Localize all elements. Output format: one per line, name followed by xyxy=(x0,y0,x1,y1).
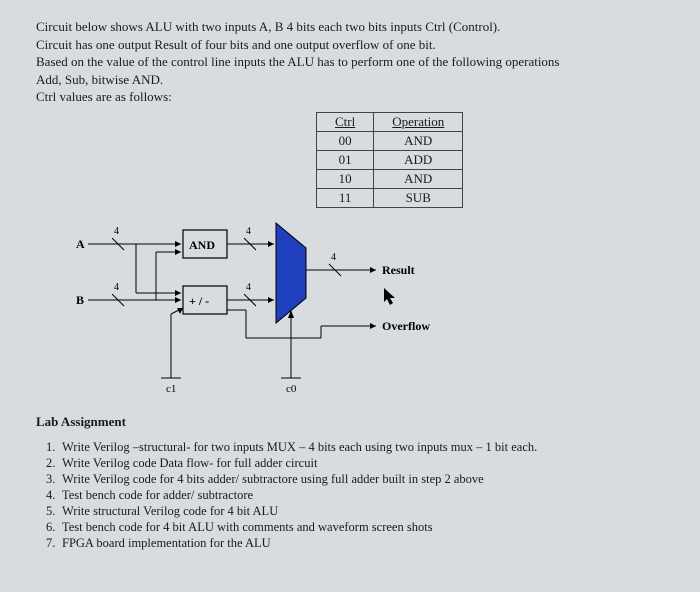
list-text: Test bench code for 4 bit ALU with comme… xyxy=(62,520,433,534)
op-cell: ADD xyxy=(374,150,463,169)
bus-width-addsub-out: 4 xyxy=(246,282,251,293)
list-item: 6.Test bench code for 4 bit ALU with com… xyxy=(46,520,664,535)
intro-text: Circuit below shows ALU with two inputs … xyxy=(36,18,664,106)
result-label: Result xyxy=(382,263,415,277)
intro-line-2: Circuit has one output Result of four bi… xyxy=(36,36,664,54)
bus-width-b: 4 xyxy=(114,282,119,293)
ctrl-cell: 10 xyxy=(317,169,374,188)
ctrl-cell: 01 xyxy=(317,150,374,169)
table-row: 11 SUB xyxy=(317,188,463,207)
cursor-icon xyxy=(384,288,398,306)
op-cell: AND xyxy=(374,169,463,188)
header-ctrl: Ctrl xyxy=(317,112,374,131)
table-row: 10 AND xyxy=(317,169,463,188)
list-text: FPGA board implementation for the ALU xyxy=(62,536,271,550)
list-text: Write structural Verilog code for 4 bit … xyxy=(62,504,278,518)
intro-line-3: Based on the value of the control line i… xyxy=(36,53,664,71)
ctrl-cell: 00 xyxy=(317,131,374,150)
alu-diagram: A 4 B 4 AND + / - 4 4 xyxy=(76,218,456,408)
op-cell: AND xyxy=(374,131,463,150)
op-cell: SUB xyxy=(374,188,463,207)
c1-label: c1 xyxy=(166,383,176,395)
list-item: 2.Write Verilog code Data flow- for full… xyxy=(46,456,664,471)
and-label: AND xyxy=(189,238,215,252)
lab-assignment-title: Lab Assignment xyxy=(36,414,664,430)
table-header-row: Ctrl Operation xyxy=(317,112,463,131)
table-row: 01 ADD xyxy=(317,150,463,169)
ctrl-table: Ctrl Operation 00 AND 01 ADD 10 AND 11 S… xyxy=(316,112,463,208)
mux-shape xyxy=(276,223,306,323)
bus-width-a: 4 xyxy=(114,226,119,237)
list-item: 7.FPGA board implementation for the ALU xyxy=(46,536,664,551)
lab-assignment-list: 1.Write Verilog –structural- for two inp… xyxy=(36,440,664,551)
list-text: Write Verilog code Data flow- for full a… xyxy=(62,456,317,470)
table-row: 00 AND xyxy=(317,131,463,150)
list-item: 3.Write Verilog code for 4 bits adder/ s… xyxy=(46,472,664,487)
list-text: Write Verilog code for 4 bits adder/ sub… xyxy=(62,472,484,486)
list-item: 4.Test bench code for adder/ subtractore xyxy=(46,488,664,503)
intro-line-5: Ctrl values are as follows: xyxy=(36,88,664,106)
header-operation: Operation xyxy=(374,112,463,131)
intro-line-4: Add, Sub, bitwise AND. xyxy=(36,71,664,89)
list-text: Test bench code for adder/ subtractore xyxy=(62,488,253,502)
list-item: 5.Write structural Verilog code for 4 bi… xyxy=(46,504,664,519)
label-a: A xyxy=(76,237,85,251)
addsub-label: + / - xyxy=(189,294,209,308)
intro-line-1: Circuit below shows ALU with two inputs … xyxy=(36,18,664,36)
label-b: B xyxy=(76,293,84,307)
bus-width-result: 4 xyxy=(331,252,336,263)
ctrl-cell: 11 xyxy=(317,188,374,207)
list-item: 1.Write Verilog –structural- for two inp… xyxy=(46,440,664,455)
overflow-label: Overflow xyxy=(382,319,430,333)
list-text: Write Verilog –structural- for two input… xyxy=(62,440,537,454)
bus-width-and-out: 4 xyxy=(246,226,251,237)
c0-label: c0 xyxy=(286,383,297,395)
alu-svg: A 4 B 4 AND + / - 4 4 xyxy=(76,218,456,408)
